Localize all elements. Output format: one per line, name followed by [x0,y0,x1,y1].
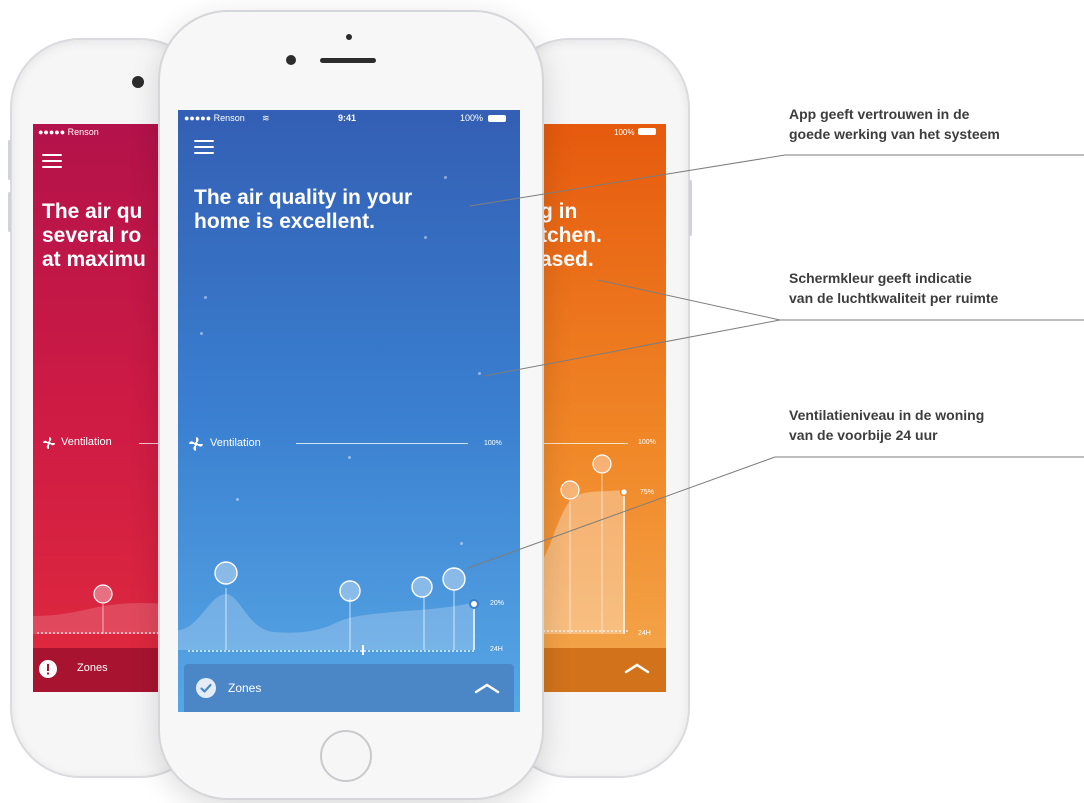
annotation-ventilation-level: Ventilatieniveau in de woning van de voo… [789,407,985,443]
annotation-screen-color: Schermkleur geeft indicatie van de lucht… [789,270,999,306]
annotation-trust: App geeft vertrouwen in de goede werking… [789,106,1000,142]
